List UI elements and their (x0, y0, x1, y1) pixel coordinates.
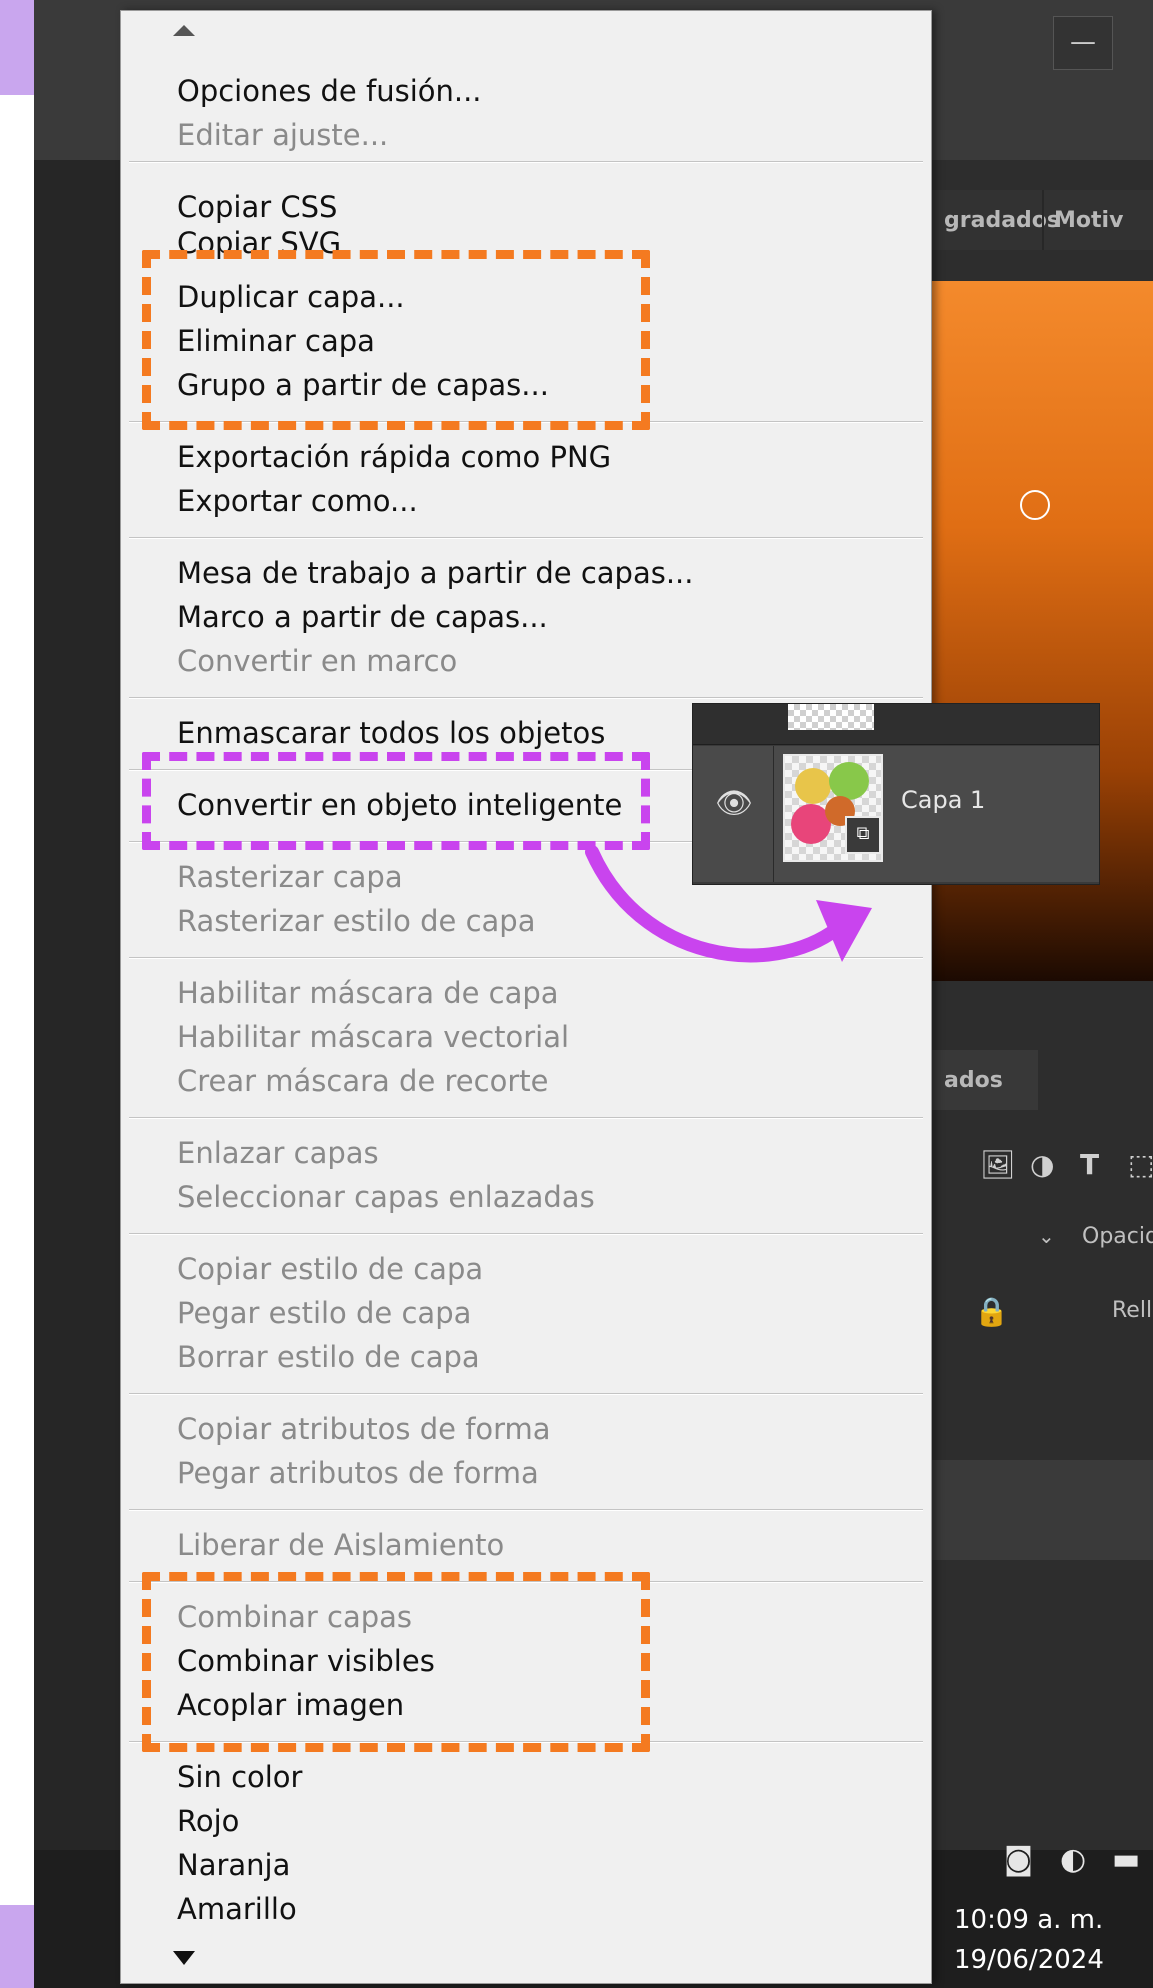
menu-item-orange[interactable]: Naranja (177, 1845, 290, 1885)
menu-item-red[interactable]: Rojo (177, 1801, 239, 1841)
menu-separator (129, 161, 923, 163)
menu-item-blending-options[interactable]: Opciones de fusión... (177, 71, 482, 111)
menu-item-edit-adjustment: Editar ajuste... (177, 118, 389, 152)
highlight-box-smart-object (142, 752, 650, 850)
menu-item-export-as[interactable]: Exportar como... (177, 481, 418, 521)
layer-row-area (932, 1460, 1153, 1560)
layer-filter-icons: 🖼 ◑ T ⬚ (932, 1140, 1153, 1190)
menu-separator (129, 537, 923, 539)
minimize-button[interactable]: — (1053, 16, 1113, 70)
eye-visibility-icon[interactable]: 👁 (715, 786, 753, 821)
image-icon[interactable]: 🖼 (980, 1148, 1016, 1181)
menu-item-frame-from-layers[interactable]: Marco a partir de capas... (177, 597, 548, 637)
shape-icon[interactable]: ⬚ (1128, 1148, 1153, 1181)
opacity-label: Opacidad (1082, 1224, 1153, 1249)
taskbar-clock[interactable]: 10:09 a. m. 19/06/2024 (954, 1900, 1153, 1980)
tab-layers-section[interactable]: ados (932, 1050, 1038, 1110)
folder-icon[interactable]: ▬ (1112, 1842, 1140, 1877)
lock-icon[interactable]: 🔒 (974, 1295, 1009, 1328)
menu-item-quick-export-png[interactable]: Exportación rápida como PNG (177, 437, 611, 477)
menu-separator (129, 1117, 923, 1119)
menu-item-convert-to-frame: Convertir en marco (177, 644, 458, 678)
menu-item-enable-vector-mask: Habilitar máscara vectorial (177, 1020, 570, 1054)
menu-item-rasterize-layer-style: Rasterizar estilo de capa (177, 904, 536, 938)
background-white-strip (0, 95, 34, 1905)
blend-mode-chevron-down-icon[interactable]: ⌄ (1038, 1224, 1055, 1248)
left-panel-area (34, 160, 126, 1850)
menu-item-select-linked-layers: Seleccionar capas enlazadas (177, 1180, 595, 1214)
menu-item-rasterize-layer: Rasterizar capa (177, 860, 403, 894)
menu-separator (129, 1509, 923, 1511)
menu-item-no-color[interactable]: Sin color (177, 1757, 302, 1797)
adjustment-icon[interactable]: ◑ (1030, 1148, 1054, 1181)
clock-date: 19/06/2024 (954, 1945, 1104, 1975)
layer-preview-prev-row (693, 704, 1099, 745)
menu-item-mask-all-objects[interactable]: Enmascarar todos los objetos (177, 713, 605, 753)
menu-item-copy-css[interactable]: Copiar CSS (177, 187, 337, 227)
tab-divider (1042, 190, 1044, 250)
menu-item-copy-shape-attributes: Copiar atributos de forma (177, 1412, 551, 1446)
type-icon[interactable]: T (1080, 1148, 1099, 1181)
scroll-up-arrow-icon[interactable] (173, 25, 195, 36)
clock-time: 10:09 a. m. (954, 1905, 1104, 1935)
adjustment-layer-icon[interactable]: ◐ (1060, 1842, 1086, 1877)
swatches-tabs: gradados Motiv (932, 190, 1153, 250)
menu-item-copy-layer-style: Copiar estilo de capa (177, 1252, 484, 1286)
tab-patterns[interactable]: Motiv (1054, 208, 1123, 233)
highlight-box-duplicate-group (142, 250, 650, 430)
layers-bottom-toolbar: ◙ ◐ ▬ (994, 1842, 1153, 1882)
menu-item-link-layers: Enlazar capas (177, 1136, 379, 1170)
menu-item-enable-layer-mask: Habilitar máscara de capa (177, 976, 559, 1010)
scroll-down-arrow-icon[interactable] (173, 1951, 195, 1965)
menu-separator (129, 697, 923, 699)
opacity-row: ⌄ Opacidad (932, 1210, 1153, 1270)
color-picker-cursor[interactable] (1020, 490, 1050, 520)
thumbnail-art (795, 768, 831, 804)
menu-item-yellow[interactable]: Amarillo (177, 1889, 297, 1929)
layer-name[interactable]: Capa 1 (901, 786, 985, 814)
highlight-box-merge-group (142, 1572, 650, 1752)
menu-item-release-isolation: Liberar de Aislamiento (177, 1528, 505, 1562)
menu-separator (129, 1393, 923, 1395)
mask-icon[interactable]: ◙ (1004, 1842, 1033, 1877)
fill-label: Relleno (1112, 1298, 1153, 1323)
transparency-thumbnail (788, 704, 874, 730)
menu-item-artboard-from-layers[interactable]: Mesa de trabajo a partir de capas... (177, 553, 693, 593)
menu-separator (129, 1233, 923, 1235)
curved-arrow-icon (585, 845, 872, 963)
menu-item-paste-layer-style: Pegar estilo de capa (177, 1296, 472, 1330)
thumbnail-art (829, 762, 869, 800)
menu-item-paste-shape-attributes: Pegar atributos de forma (177, 1456, 539, 1490)
menu-item-clear-layer-style: Borrar estilo de capa (177, 1340, 480, 1374)
menu-item-create-clipping-mask: Crear máscara de recorte (177, 1064, 549, 1098)
